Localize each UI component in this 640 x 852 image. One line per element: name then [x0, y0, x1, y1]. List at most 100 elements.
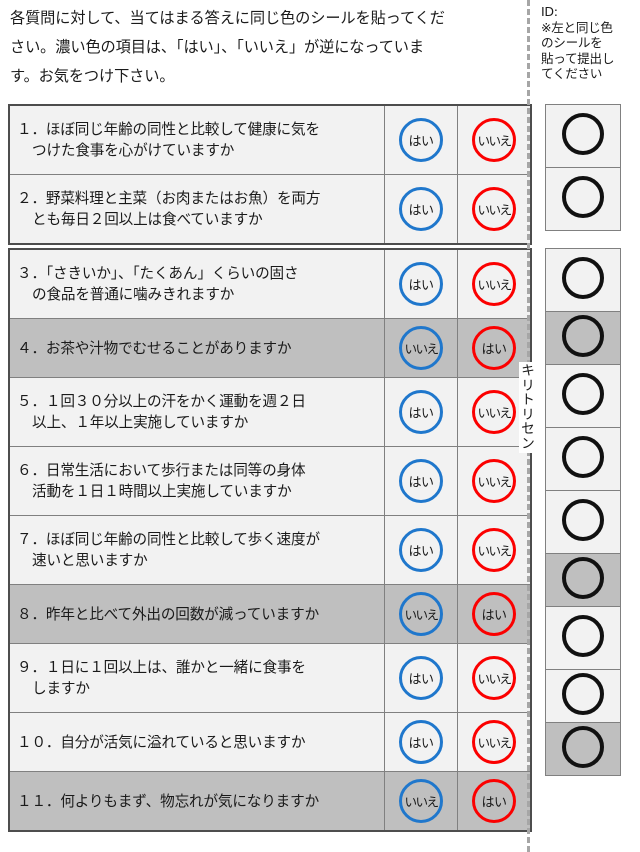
instructions-line-3: す。お気をつけ下さい。 [10, 67, 175, 85]
question-text-1: １．ほぼ同じ年齢の同性と比較して健康に気を つけた食事を心がけていますか [8, 104, 385, 175]
answer-label: いいえ [404, 607, 440, 622]
answer-option-red-q4[interactable]: はい [472, 326, 516, 370]
answer-cell-left-q3[interactable]: はい [384, 248, 458, 319]
sticker-table-body-a [545, 104, 621, 231]
sticker-cell-q6[interactable] [545, 427, 621, 491]
sticker-circle-icon[interactable] [562, 499, 604, 541]
id-note-line-3: 貼って提出し [541, 50, 615, 66]
sticker-row-10 [545, 669, 621, 723]
question-line-2: の食品を普通に噛みきれますか [32, 286, 235, 303]
question-text-10: １０．自分が活気に溢れていると思いますか [8, 712, 385, 772]
answer-label: いいえ [404, 341, 440, 356]
sticker-circle-icon[interactable] [562, 176, 604, 218]
answer-cell-right-q1[interactable]: いいえ [457, 104, 532, 175]
sticker-circle-icon[interactable] [562, 615, 604, 657]
answer-cell-right-q6[interactable]: いいえ [457, 446, 532, 516]
sticker-row-4 [545, 311, 621, 365]
answer-cell-right-q8[interactable]: はい [457, 584, 532, 644]
question-line-1: ８．昨年と比べて外出の回数が減っていますか [17, 605, 320, 623]
sticker-cell-q7[interactable] [545, 490, 621, 554]
answer-option-red-q3[interactable]: いいえ [472, 262, 516, 306]
cut-line-char-2: ト [521, 392, 535, 408]
answer-cell-right-q10[interactable]: いいえ [457, 712, 532, 772]
sticker-cell-q4[interactable] [545, 311, 621, 365]
sticker-circle-icon[interactable] [562, 436, 604, 478]
answer-cell-left-q10[interactable]: はい [384, 712, 458, 772]
instructions-text: 各質問に対して、当てはまる答えに同じ色のシールを貼ってくだ さい。濃い色の項目は… [10, 4, 515, 91]
sticker-row-3 [545, 248, 621, 312]
sticker-circle-icon[interactable] [562, 373, 604, 415]
sticker-circle-icon[interactable] [562, 726, 604, 768]
answer-cell-left-q6[interactable]: はい [384, 446, 458, 516]
answer-label: いいえ [477, 543, 513, 558]
id-note-line-4: てください [541, 66, 603, 82]
sticker-circle-icon[interactable] [562, 557, 604, 599]
answer-option-blue-q1[interactable]: はい [399, 118, 443, 162]
answer-option-red-q6[interactable]: いいえ [472, 459, 516, 503]
answer-cell-left-q1[interactable]: はい [384, 104, 458, 175]
answer-option-blue-q9[interactable]: はい [399, 656, 443, 700]
question-row-10: １０．自分が活気に溢れていると思いますか はい いいえ [8, 712, 532, 772]
question-table-body-b: ３．「さきいか」、「たくあん」くらいの固さ の食品を普通に噛みきれますか はい いいえ… [8, 248, 532, 832]
answer-option-blue-q2[interactable]: はい [399, 187, 443, 231]
answer-cell-left-q4[interactable]: いいえ [384, 318, 458, 378]
answer-option-red-q7[interactable]: いいえ [472, 528, 516, 572]
sticker-circle-icon[interactable] [562, 257, 604, 299]
answer-cell-right-q11[interactable]: はい [457, 771, 532, 832]
answer-option-blue-q11[interactable]: いいえ [399, 779, 443, 823]
answer-option-red-q8[interactable]: はい [472, 592, 516, 636]
answer-cell-left-q5[interactable]: はい [384, 377, 458, 447]
answer-cell-left-q2[interactable]: はい [384, 174, 458, 245]
question-line-1: １．ほぼ同じ年齢の同性と比較して健康に気を [17, 121, 320, 138]
sticker-circle-icon[interactable] [562, 113, 604, 155]
answer-option-blue-q10[interactable]: はい [399, 720, 443, 764]
answer-option-blue-q5[interactable]: はい [399, 390, 443, 434]
answer-option-red-q10[interactable]: いいえ [472, 720, 516, 764]
answer-cell-left-q11[interactable]: いいえ [384, 771, 458, 832]
answer-label: はい [408, 203, 434, 218]
question-text-8: ８．昨年と比べて外出の回数が減っていますか [8, 584, 385, 644]
answer-option-red-q9[interactable]: いいえ [472, 656, 516, 700]
answer-option-blue-q8[interactable]: いいえ [399, 592, 443, 636]
answer-option-red-q1[interactable]: いいえ [472, 118, 516, 162]
sticker-cell-q3[interactable] [545, 248, 621, 312]
sticker-cell-q9[interactable] [545, 606, 621, 670]
question-row-11: １１．何よりもまず、物忘れが気になりますか いいえ はい [8, 771, 532, 832]
sticker-cell-q8[interactable] [545, 553, 621, 607]
sticker-cell-q11[interactable] [545, 722, 621, 776]
question-row-9: ９．１日に１回以上は、誰かと一緒に食事を しますか はい いいえ [8, 643, 532, 713]
sticker-circle-icon[interactable] [562, 673, 604, 715]
answer-cell-left-q7[interactable]: はい [384, 515, 458, 585]
question-text-4: ４．お茶や汁物でむせることがありますか [8, 318, 385, 378]
answer-cell-left-q8[interactable]: いいえ [384, 584, 458, 644]
answer-cell-right-q3[interactable]: いいえ [457, 248, 532, 319]
answer-label: はい [408, 736, 434, 751]
answer-option-blue-q3[interactable]: はい [399, 262, 443, 306]
answer-option-red-q5[interactable]: いいえ [472, 390, 516, 434]
question-table-group-a: １．ほぼ同じ年齢の同性と比較して健康に気を つけた食事を心がけていますか はい いいえ… [8, 104, 532, 245]
question-line-2: 活動を１日１時間以上実施していますか [32, 483, 292, 500]
sticker-cell-q1[interactable] [545, 104, 621, 168]
question-line-1: １１．何よりもまず、物忘れが気になりますか [17, 792, 320, 810]
answer-cell-left-q9[interactable]: はい [384, 643, 458, 713]
question-row-7: ７．ほぼ同じ年齢の同性と比較して歩く速度が 速いと思いますか はい いいえ [8, 515, 532, 585]
answer-cell-right-q7[interactable]: いいえ [457, 515, 532, 585]
answer-option-red-q2[interactable]: いいえ [472, 187, 516, 231]
sticker-table-body-b [545, 248, 621, 776]
answer-cell-right-q2[interactable]: いいえ [457, 174, 532, 245]
answer-option-blue-q6[interactable]: はい [399, 459, 443, 503]
answer-option-red-q11[interactable]: はい [472, 779, 516, 823]
sticker-cell-q10[interactable] [545, 669, 621, 723]
answer-option-blue-q4[interactable]: いいえ [399, 326, 443, 370]
sticker-cell-q5[interactable] [545, 364, 621, 428]
question-line-1: ５．１回３０分以上の汗をかく運動を週２日 [17, 393, 306, 410]
answer-label: はい [408, 134, 434, 149]
sticker-cell-q2[interactable] [545, 167, 621, 231]
question-row-8: ８．昨年と比べて外出の回数が減っていますか いいえ はい [8, 584, 532, 644]
questionnaire-pane: 各質問に対して、当てはまる答えに同じ色のシールを貼ってくだ さい。濃い色の項目は… [0, 0, 532, 852]
question-row-5: ５．１回３０分以上の汗をかく運動を週２日 以上、１年以上実施していますか はい いいえ [8, 377, 532, 447]
answer-option-blue-q7[interactable]: はい [399, 528, 443, 572]
answer-cell-right-q9[interactable]: いいえ [457, 643, 532, 713]
sticker-circle-icon[interactable] [562, 315, 604, 357]
question-line-1: ７．ほぼ同じ年齢の同性と比較して歩く速度が [17, 531, 320, 548]
